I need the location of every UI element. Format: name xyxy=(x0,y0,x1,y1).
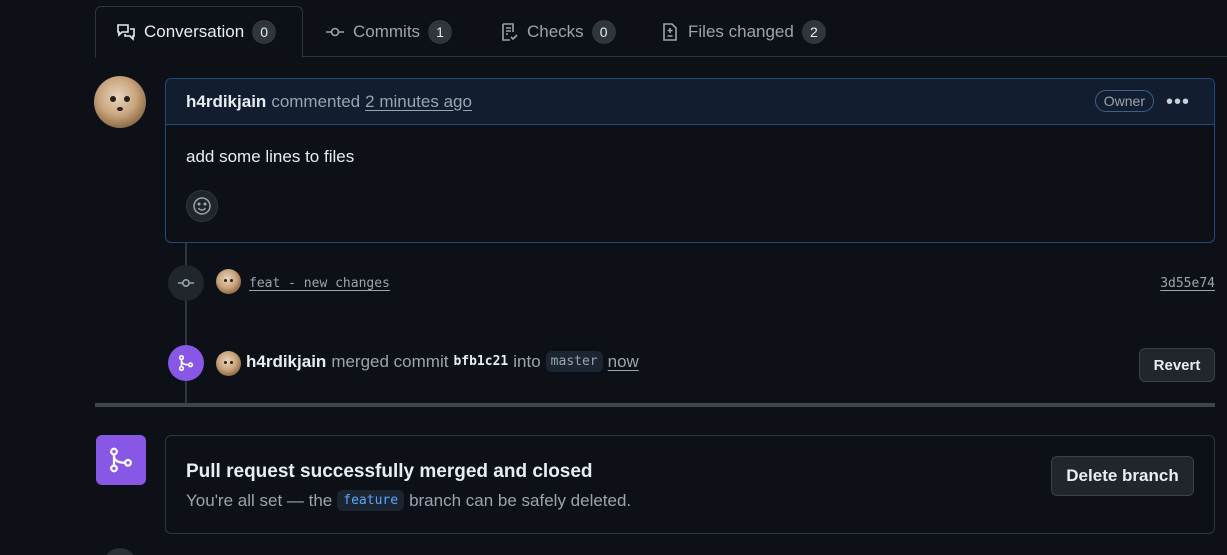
avatar[interactable] xyxy=(94,76,146,128)
commit-message-link[interactable]: feat - new changes xyxy=(249,276,390,291)
merge-sha-link[interactable]: bfb1c21 xyxy=(453,354,508,369)
delete-branch-button[interactable]: Delete branch xyxy=(1051,456,1194,496)
avatar-eye xyxy=(110,96,116,102)
add-reaction-button[interactable] xyxy=(186,190,218,222)
git-merge-icon xyxy=(110,447,132,473)
avatar-eye xyxy=(230,279,233,282)
git-merge-icon xyxy=(178,354,194,372)
owner-badge: Owner xyxy=(1094,90,1154,112)
merge-action: merged commit xyxy=(331,351,449,371)
tab-label: Commits xyxy=(353,21,421,41)
file-diff-icon xyxy=(663,22,677,41)
kebab-menu-icon[interactable]: ••• xyxy=(1166,91,1190,114)
avatar xyxy=(103,548,137,555)
git-commit-icon xyxy=(177,279,195,287)
comment-body: add some lines to files xyxy=(186,147,355,166)
merge-time[interactable]: now xyxy=(608,352,639,372)
merge-event: h4rdikjain merged commit bfb1c21 into ma… xyxy=(246,351,639,372)
smiley-icon xyxy=(193,197,211,215)
pr-tabs: Conversation 0 Commits 1 Checks 0 Files … xyxy=(95,6,1227,58)
merge-badge xyxy=(168,345,204,381)
head-branch-label[interactable]: feature xyxy=(337,490,405,511)
commit-badge xyxy=(168,265,204,301)
comment-action: commented xyxy=(271,91,361,111)
comment-discussion-icon xyxy=(117,24,135,41)
tab-label: Files changed xyxy=(688,21,794,41)
tab-counter: 2 xyxy=(801,19,826,44)
tab-checks[interactable]: Checks 0 xyxy=(479,6,636,57)
merge-author-avatar[interactable] xyxy=(216,351,241,376)
git-commit-icon xyxy=(326,27,344,36)
merge-desc-prefix: You're all set — the xyxy=(186,490,333,510)
tab-counter: 0 xyxy=(591,19,616,44)
tab-counter: 1 xyxy=(428,19,453,44)
tab-label: Checks xyxy=(527,21,584,41)
tab-files-changed[interactable]: Files changed 2 xyxy=(640,6,846,57)
base-branch-label[interactable]: master xyxy=(545,351,603,372)
merge-desc-suffix: branch can be safely deleted. xyxy=(409,490,632,510)
avatar-nose xyxy=(117,107,123,111)
comment-header: h4rdikjain commented 2 minutes ago Owner… xyxy=(166,79,1214,125)
avatar-eye xyxy=(124,96,130,102)
comment-time[interactable]: 2 minutes ago xyxy=(365,92,472,112)
avatar-eye xyxy=(224,361,227,364)
tab-counter: 0 xyxy=(252,20,277,44)
comment-box: h4rdikjain commented 2 minutes ago Owner… xyxy=(165,78,1215,243)
timeline-divider xyxy=(95,403,1215,407)
checklist-icon xyxy=(502,22,518,41)
merge-author[interactable]: h4rdikjain xyxy=(246,352,326,372)
merged-status-icon-box xyxy=(96,435,146,485)
merge-into: into xyxy=(513,351,541,371)
comment-author[interactable]: h4rdikjain xyxy=(186,92,266,112)
avatar-eye xyxy=(224,279,227,282)
merge-status-title: Pull request successfully merged and clo… xyxy=(186,461,593,482)
avatar-eye xyxy=(230,361,233,364)
merge-status-box: Pull request successfully merged and clo… xyxy=(165,435,1215,534)
tab-conversation[interactable]: Conversation 0 xyxy=(95,6,303,58)
tab-label: Conversation xyxy=(144,22,245,41)
commit-author-avatar[interactable] xyxy=(216,269,241,294)
tab-commits[interactable]: Commits 1 xyxy=(305,6,472,57)
merge-status-description: You're all set — the feature branch can … xyxy=(186,490,631,511)
revert-button[interactable]: Revert xyxy=(1139,348,1215,382)
commit-sha-link[interactable]: 3d55e74 xyxy=(1160,276,1215,291)
